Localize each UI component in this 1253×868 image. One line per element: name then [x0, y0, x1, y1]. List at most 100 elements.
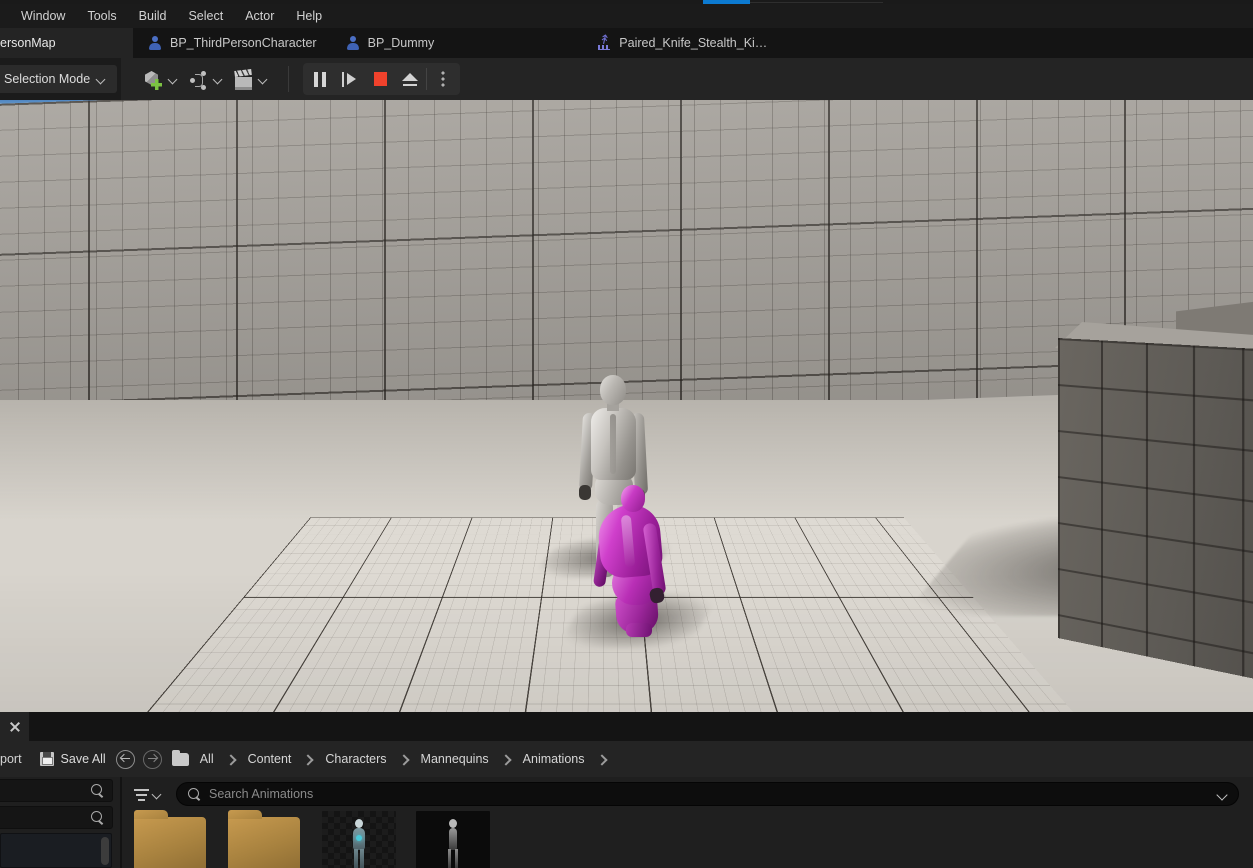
content-browser-tab-bar	[0, 712, 1253, 741]
menu-item-select[interactable]: Select	[177, 6, 234, 26]
favorites-search-field[interactable]	[0, 806, 113, 829]
pause-icon	[314, 71, 326, 87]
eject-button[interactable]	[395, 64, 425, 94]
tab-bp-third-person-character[interactable]: BP_ThirdPersonCharacter	[133, 28, 331, 58]
mannequin-torso	[591, 408, 636, 480]
tab-label: BP_Dummy	[367, 36, 435, 50]
breadcrumb-item-mannequins[interactable]: Mannequins	[418, 750, 492, 768]
blueprint-actor-icon	[345, 35, 361, 51]
breadcrumb-item-all[interactable]: All	[197, 750, 217, 768]
content-browser-tab[interactable]	[0, 712, 29, 741]
content-browser-toolbar: port Save All All Content Characters Man…	[0, 741, 1253, 777]
search-assets-field[interactable]	[176, 782, 1239, 806]
animation-asset-tile[interactable]	[414, 811, 494, 868]
folder-icon	[171, 749, 189, 766]
folder-icon	[134, 810, 206, 868]
search-icon	[188, 787, 201, 801]
thumb-head	[355, 819, 363, 828]
thumb-head	[449, 819, 457, 828]
mannequin-thumbnail-figure	[443, 819, 463, 868]
chevron-right-icon	[499, 752, 513, 766]
top-indicator-track	[750, 2, 883, 3]
selection-mode-dropdown[interactable]: Selection Mode	[0, 65, 118, 93]
menu-item-actor[interactable]: Actor	[234, 6, 285, 26]
kebab-menu-icon	[441, 71, 445, 87]
selection-mode-label: Selection Mode	[4, 72, 91, 86]
stop-button[interactable]	[365, 64, 395, 94]
chevron-down-icon[interactable]	[213, 74, 224, 85]
thumb-body	[449, 828, 457, 850]
asset-view-panel	[122, 777, 1253, 868]
play-controls-divider	[426, 68, 427, 90]
chevron-down-icon[interactable]	[258, 74, 269, 85]
folder-tile[interactable]	[226, 810, 306, 868]
tab-label: Paired_Knife_Stealth_Ki…	[619, 36, 768, 50]
level-viewport[interactable]	[0, 100, 1253, 712]
tab-label: ersonMap	[0, 36, 56, 50]
tab-bp-dummy[interactable]: BP_Dummy	[331, 28, 449, 58]
pause-button[interactable]	[305, 64, 335, 94]
tab-label: BP_ThirdPersonCharacter	[170, 36, 317, 50]
menu-item-help[interactable]: Help	[285, 6, 333, 26]
tab-third-person-map[interactable]: ersonMap	[0, 28, 133, 58]
sources-tree[interactable]	[0, 833, 112, 868]
search-icon	[91, 811, 104, 824]
frame-advance-button[interactable]	[335, 64, 365, 94]
block-pillar	[1058, 338, 1253, 690]
animation-asset-tile[interactable]	[320, 811, 400, 868]
folder-icon	[228, 810, 300, 868]
search-icon	[91, 784, 104, 797]
content-browser-panel: port Save All All Content Characters Man…	[0, 712, 1253, 868]
add-actor-button[interactable]	[139, 64, 182, 94]
clapperboard-icon	[232, 67, 256, 91]
mannequin-head	[621, 485, 645, 512]
toolbar-divider	[288, 66, 289, 92]
breadcrumb-item-content[interactable]: Content	[245, 750, 295, 768]
menu-item-window[interactable]: Window	[10, 6, 76, 26]
add-actor-icon	[142, 67, 166, 91]
toolbar-actions	[121, 63, 460, 95]
save-icon	[39, 752, 54, 766]
chevron-right-icon	[301, 752, 315, 766]
breadcrumb-item-animations[interactable]: Animations	[520, 750, 588, 768]
editor-toolbar: Selection Mode	[0, 58, 1253, 100]
cinematics-button[interactable]	[229, 64, 272, 94]
menu-bar: Window Tools Build Select Actor Help	[0, 4, 1253, 28]
forward-arrow-icon[interactable]	[142, 749, 162, 769]
blueprint-actor-icon	[147, 35, 163, 51]
play-options-button[interactable]	[428, 64, 458, 94]
asset-tab-bar: ersonMap BP_ThirdPersonCharacter BP_Dumm…	[0, 28, 1253, 58]
magenta-mannequin[interactable]	[588, 485, 688, 637]
sources-tree-scrollbar[interactable]	[101, 837, 109, 865]
blueprints-button[interactable]	[184, 64, 227, 94]
content-browser-body	[0, 777, 1253, 868]
tab-paired-knife-stealth-kill[interactable]: Paired_Knife_Stealth_Ki…	[582, 28, 781, 58]
back-arrow-icon[interactable]	[115, 749, 135, 769]
eject-icon	[402, 72, 418, 86]
chevron-right-icon[interactable]	[595, 752, 609, 766]
frame-advance-icon	[342, 71, 358, 87]
filters-button[interactable]	[130, 782, 167, 806]
blueprint-graph-icon	[187, 67, 211, 91]
animation-thumbnail	[416, 811, 490, 868]
asset-tile-grid	[132, 810, 1253, 868]
folder-tile[interactable]	[132, 810, 212, 868]
import-button[interactable]: port	[0, 752, 30, 766]
chevron-down-icon[interactable]	[168, 74, 179, 85]
breadcrumb-item-characters[interactable]: Characters	[322, 750, 389, 768]
asset-view-search-row	[122, 781, 1253, 807]
menu-item-tools[interactable]: Tools	[76, 6, 127, 26]
animation-sequence-icon	[596, 35, 612, 51]
mannequin-foot	[626, 623, 652, 637]
search-input[interactable]	[209, 787, 1208, 801]
menu-item-build[interactable]: Build	[128, 6, 178, 26]
close-icon[interactable]	[9, 721, 21, 733]
chevron-down-icon	[152, 789, 163, 800]
filter-icon	[134, 787, 149, 801]
save-all-label: Save All	[60, 752, 106, 766]
sources-panel	[0, 777, 120, 868]
thumb-chest-light	[356, 835, 362, 841]
save-all-button[interactable]: Save All	[30, 746, 116, 772]
sources-search-field[interactable]	[0, 779, 113, 802]
chevron-down-icon[interactable]	[1216, 788, 1228, 800]
